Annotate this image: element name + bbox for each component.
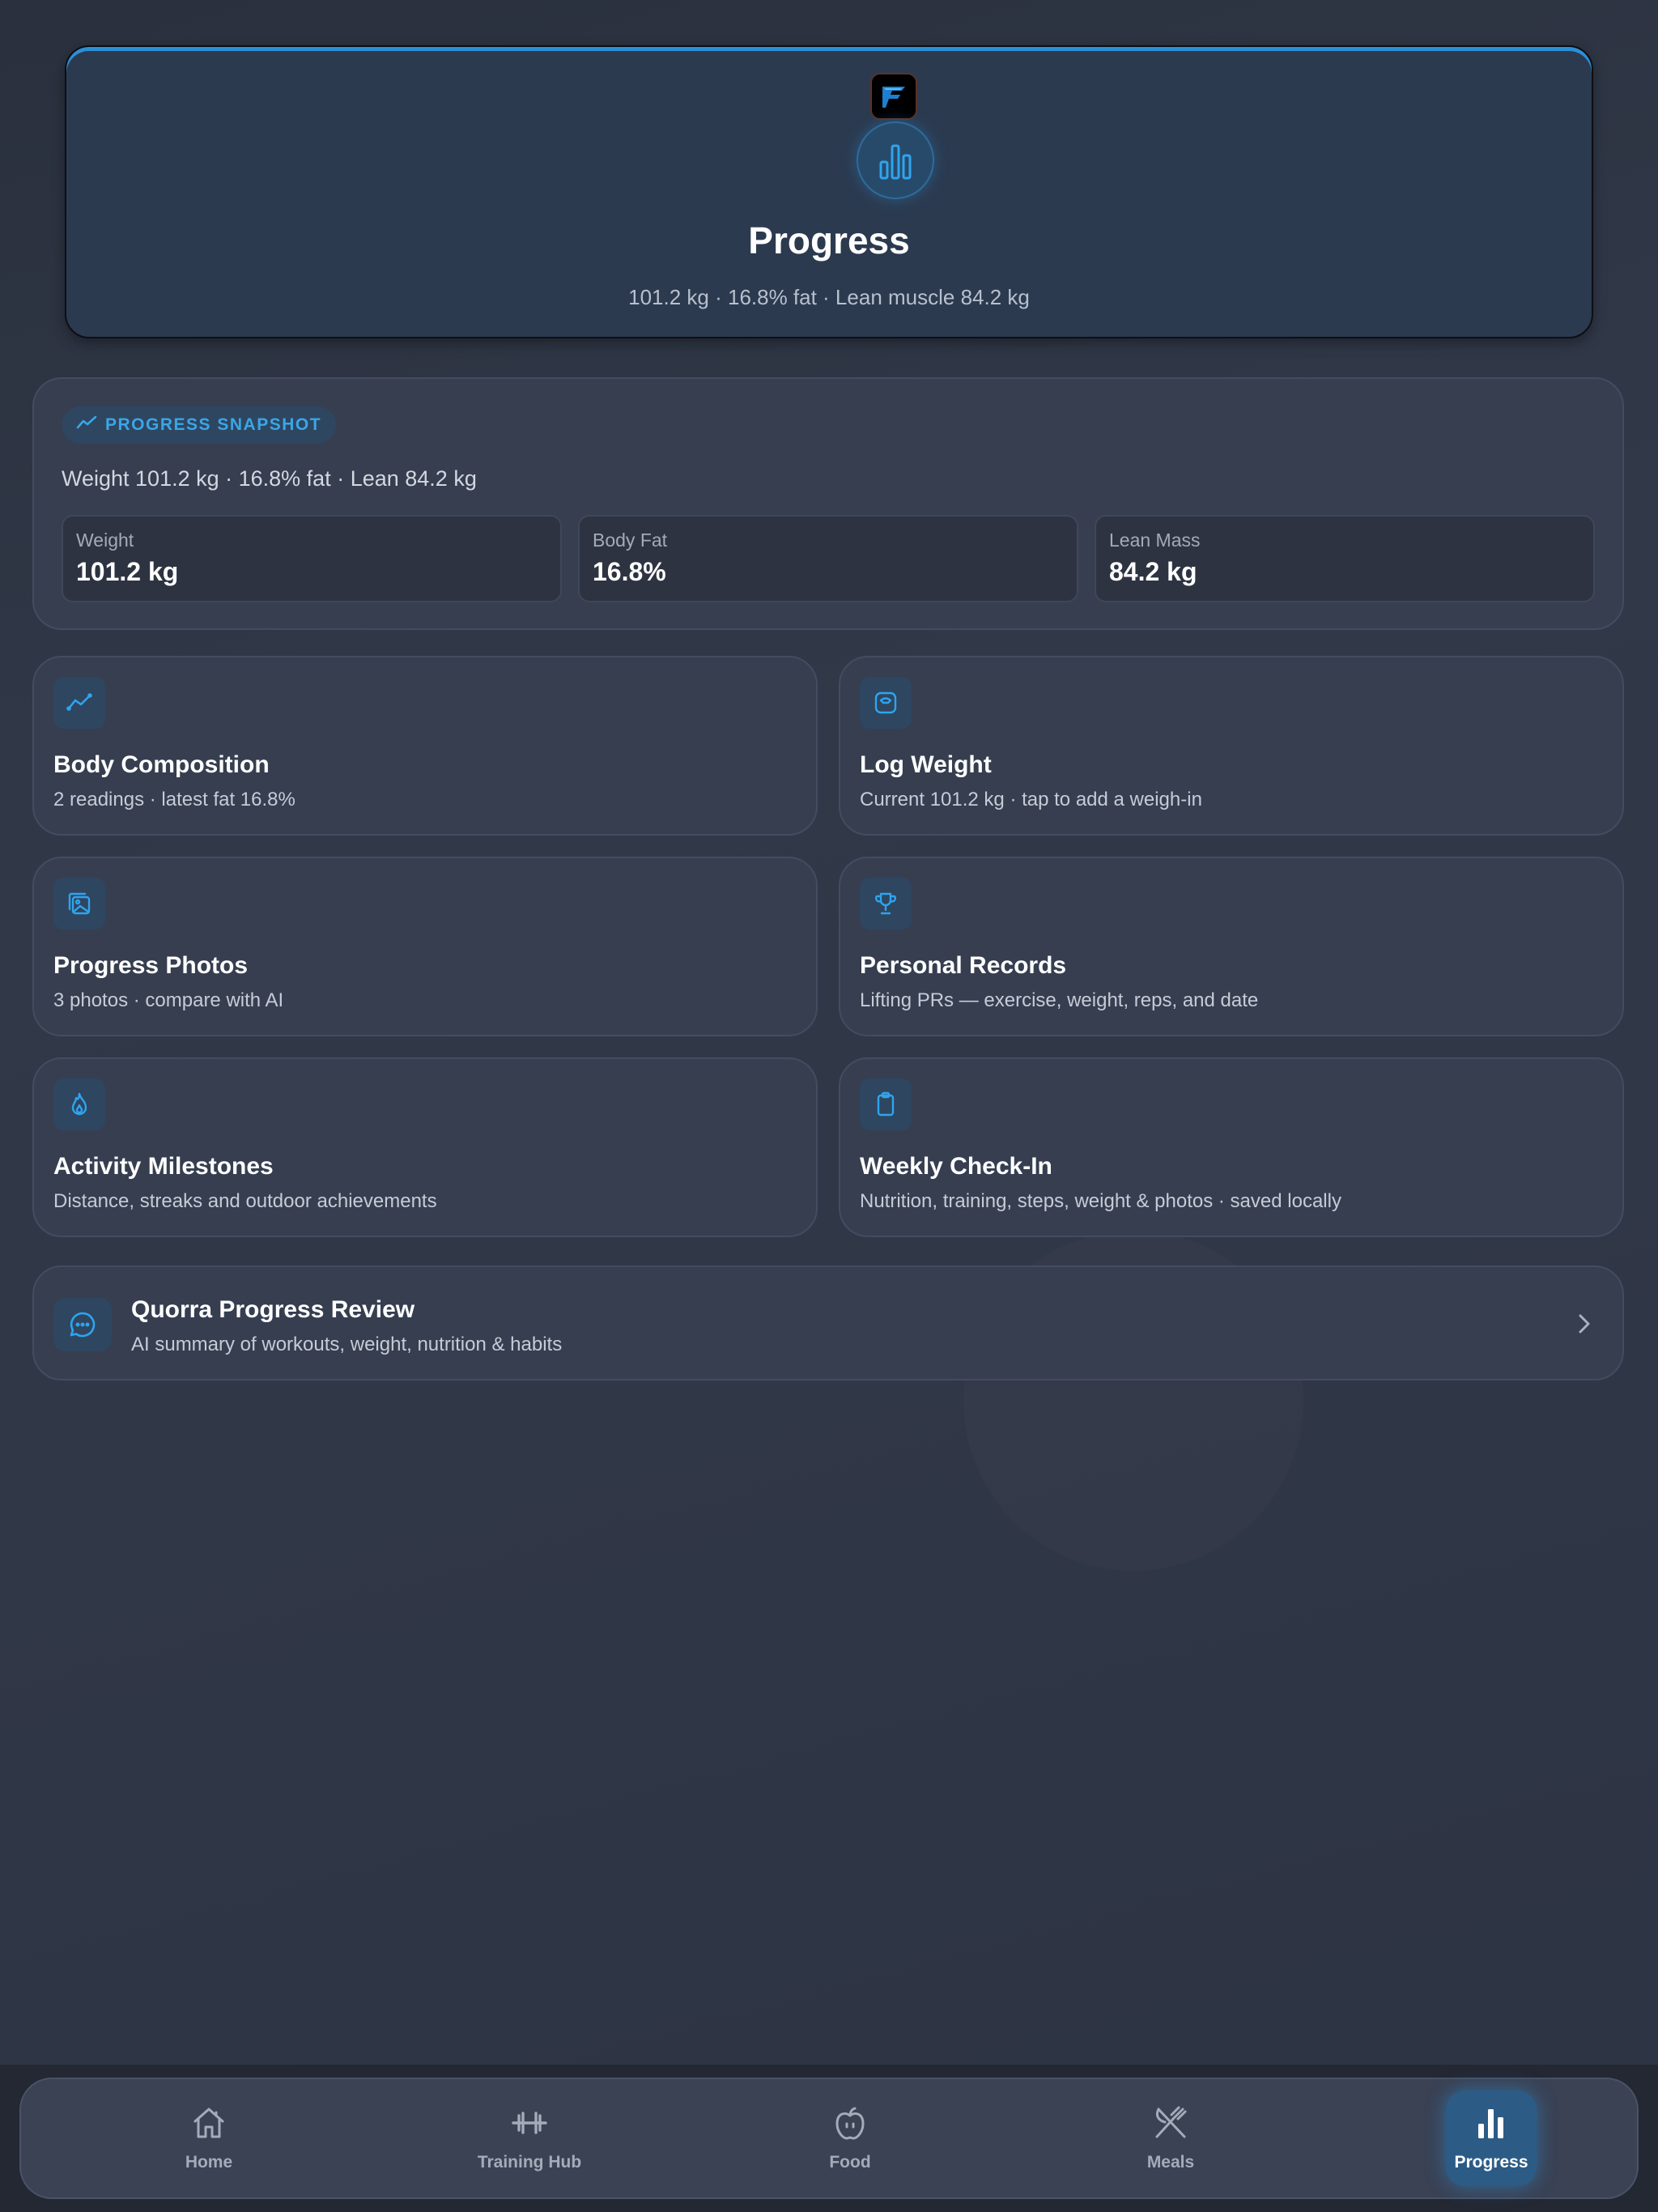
nav-label: Meals [1146,2153,1195,2172]
stat-lean-mass: Lean Mass 84.2 kg [1095,515,1595,602]
nav-item-training-hub[interactable]: Training Hub [440,2079,619,2197]
clipboard-icon [860,1078,912,1130]
apple-icon [831,2104,869,2146]
card-subtitle: Distance, streaks and outdoor achievemen… [53,1190,437,1212]
stat-body-fat: Body Fat 16.8% [578,515,1078,602]
nav-label: Home [185,2153,233,2172]
snapshot-badge-label: PROGRESS SNAPSHOT [105,415,322,434]
log-weight-card[interactable]: Log Weight Current 101.2 kg · tap to add… [839,656,1624,836]
trend-line-icon [76,415,97,436]
bar-chart-icon [857,121,934,199]
chat-bubble-icon [53,1298,112,1351]
snapshot-summary: Weight 101.2 kg · 16.8% fat · Lean 84.2 … [62,466,477,491]
body-composition-card[interactable]: Body Composition 2 readings · latest fat… [32,656,818,836]
stat-label: Lean Mass [1109,530,1201,551]
stat-value: 101.2 kg [76,557,179,586]
card-title: Progress Photos [53,952,249,979]
card-title: Weekly Check-In [860,1153,1052,1180]
page-subtitle: 101.2 kg · 16.8% fat · Lean muscle 84.2 … [628,285,1030,309]
trophy-icon [860,878,912,929]
nav-label: Food [829,2153,871,2172]
card-title: Body Composition [53,751,270,778]
activity-milestones-card[interactable]: Activity Milestones Distance, streaks an… [32,1057,818,1237]
chevron-right-icon [1569,1309,1598,1338]
snapshot-badge: PROGRESS SNAPSHOT [62,406,337,444]
card-title: Personal Records [860,952,1067,979]
personal-records-card[interactable]: Personal Records Lifting PRs — exercise,… [839,857,1624,1036]
stat-weight: Weight 101.2 kg [62,515,562,602]
utensils-icon [1152,2104,1189,2146]
card-subtitle: Lifting PRs — exercise, weight, reps, an… [860,989,1259,1011]
stat-label: Weight [76,530,134,551]
nav-label: Training Hub [477,2153,582,2172]
card-title: Activity Milestones [53,1153,274,1180]
dumbbell-icon [509,2104,550,2146]
weekly-check-in-card[interactable]: Weekly Check-In Nutrition, training, ste… [839,1057,1624,1237]
progress-photos-card[interactable]: Progress Photos 3 photos · compare with … [32,857,818,1036]
bottom-nav: Home Training Hub Food Meals Progress [19,2078,1639,2199]
trend-line-icon [53,677,105,729]
stat-value: 16.8% [593,557,666,586]
stat-label: Body Fat [593,530,668,551]
scale-icon [860,677,912,729]
home-icon [190,2104,227,2146]
quorra-progress-review-row[interactable]: Quorra Progress Review AI summary of wor… [32,1266,1624,1380]
nav-item-meals[interactable]: Meals [1082,2079,1260,2197]
page-title: Progress [748,219,910,262]
nav-item-home[interactable]: Home [120,2079,298,2197]
card-subtitle: Current 101.2 kg · tap to add a weigh-in [860,789,1202,810]
stat-value: 84.2 kg [1109,557,1197,586]
bar-chart-icon [1473,2104,1510,2146]
app-logo-icon [870,73,917,120]
photos-icon [53,878,105,929]
progress-header: Progress 101.2 kg · 16.8% fat · Lean mus… [65,45,1593,338]
card-title: Log Weight [860,751,992,778]
review-subtitle: AI summary of workouts, weight, nutritio… [131,1334,563,1355]
card-subtitle: 2 readings · latest fat 16.8% [53,789,295,810]
progress-snapshot-card: PROGRESS SNAPSHOT Weight 101.2 kg · 16.8… [32,377,1624,630]
card-subtitle: 3 photos · compare with AI [53,989,284,1011]
nav-item-progress[interactable]: Progress [1402,2079,1580,2197]
nav-label: Progress [1454,2153,1528,2172]
card-subtitle: Nutrition, training, steps, weight & pho… [860,1190,1341,1212]
flame-icon [53,1078,105,1130]
nav-item-food[interactable]: Food [761,2079,939,2197]
review-title: Quorra Progress Review [131,1296,415,1323]
